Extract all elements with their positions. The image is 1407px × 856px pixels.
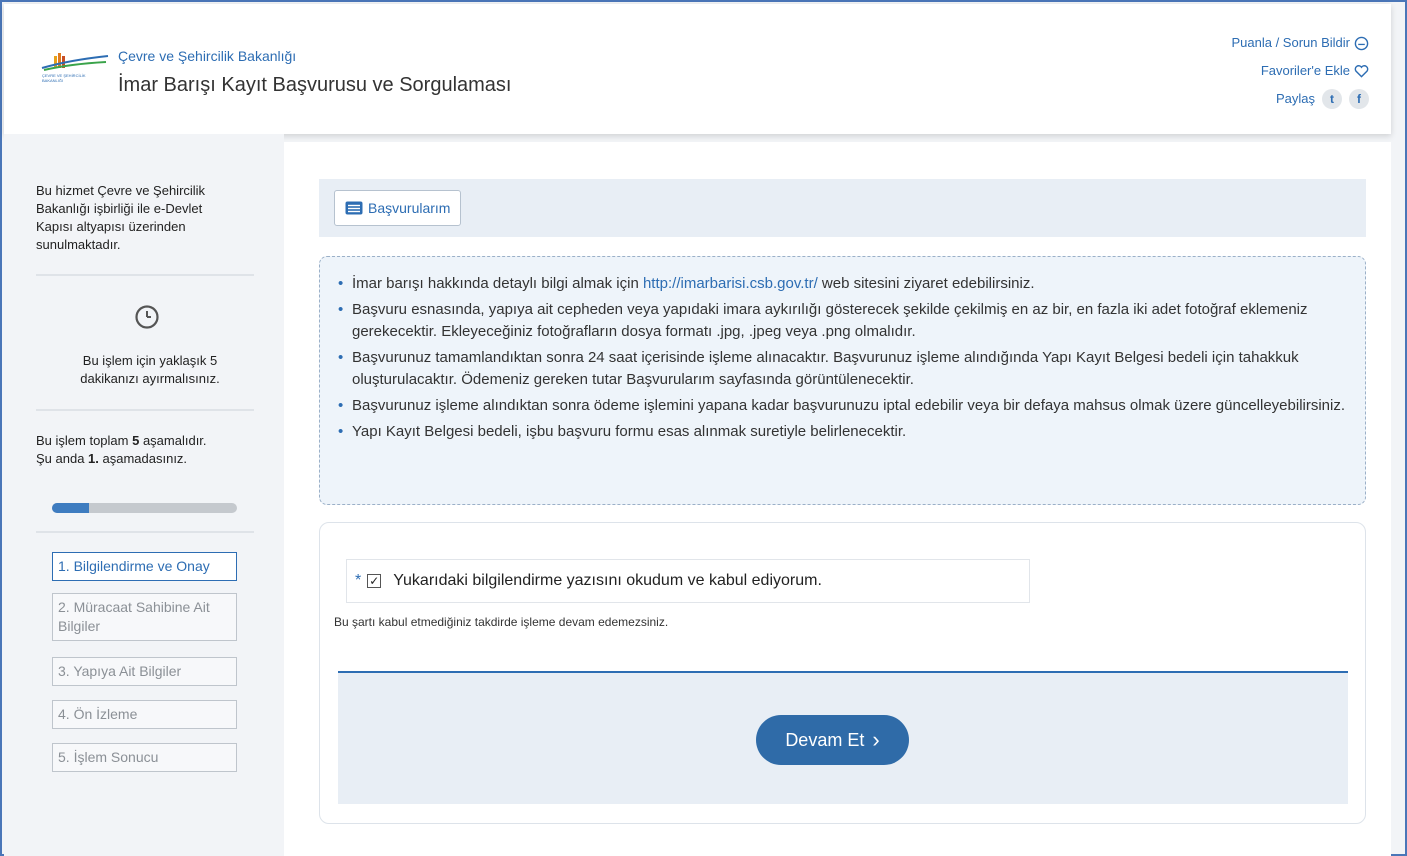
- consent-form: * ✓ Yukarıdaki bilgilendirme yazısını ok…: [319, 522, 1366, 824]
- toolbar: Başvurularım: [319, 179, 1366, 237]
- continue-button-label: Devam Et: [785, 729, 865, 750]
- progress-bar: [52, 503, 237, 513]
- header-links: Puanla / Sorun Bildir Favoriler'e Ekle P…: [1231, 29, 1369, 113]
- info-list: İmar barışı hakkında detaylı bilgi almak…: [336, 273, 1349, 443]
- page-title: İmar Barışı Kayıt Başvurusu ve Sorgulama…: [118, 74, 512, 96]
- time-note: Bu işlem için yaklaşık 5 dakikanızı ayır…: [80, 353, 220, 386]
- divider: [36, 409, 254, 411]
- current-step-text: aşamadasınız.: [98, 451, 188, 466]
- rate-link[interactable]: Puanla / Sorun Bildir: [1231, 29, 1369, 57]
- info-link[interactable]: http://imarbarisi.csb.gov.tr/: [643, 275, 818, 292]
- info-item: Başvuru esnasında, yapıya ait cepheden v…: [336, 299, 1349, 343]
- current-step-text: Şu anda: [36, 451, 89, 466]
- favorite-link-label: Favoriler'e Ekle: [1260, 63, 1350, 78]
- main-content: Başvurularım İmar barışı hakkında detayl…: [284, 142, 1391, 856]
- ministry-name[interactable]: Çevre ve Şehircilik Bakanlığı: [118, 48, 296, 64]
- chat-icon: [1354, 36, 1369, 50]
- clock-icon: [135, 305, 159, 329]
- applications-button-label: Başvurularım: [368, 200, 451, 216]
- divider: [36, 274, 254, 276]
- list-icon: [345, 201, 363, 215]
- favorite-link[interactable]: Favoriler'e Ekle: [1231, 57, 1369, 85]
- twitter-icon[interactable]: t: [1322, 89, 1342, 109]
- consent-row[interactable]: * ✓ Yukarıdaki bilgilendirme yazısını ok…: [346, 559, 1030, 603]
- consent-checkbox[interactable]: ✓: [367, 574, 382, 588]
- progress-fill: [52, 503, 89, 513]
- share-label: Paylaş: [1275, 91, 1315, 106]
- step-2: 2. Müracaat Sahibine Ait Bilgiler: [52, 593, 237, 641]
- step-4: 4. Ön İzleme: [52, 700, 237, 729]
- step-1[interactable]: 1. Bilgilendirme ve Onay: [52, 552, 237, 581]
- rate-link-label: Puanla / Sorun Bildir: [1231, 35, 1350, 50]
- info-text: İmar barışı hakkında detaylı bilgi almak…: [352, 275, 643, 292]
- ministry-logo: ÇEVRE VE ŞEHİRCİLİK BAKANLIĞI: [41, 53, 109, 83]
- consent-label: Yukarıdaki bilgilendirme yazısını okudum…: [393, 572, 822, 589]
- continue-button[interactable]: Devam Et ›: [756, 715, 909, 765]
- service-provider-note: Bu hizmet Çevre ve Şehircilik Bakanlığı …: [36, 183, 206, 252]
- required-mark: *: [355, 572, 362, 589]
- facebook-icon[interactable]: f: [1349, 89, 1369, 109]
- browser-frame: ÇEVRE VE ŞEHİRCİLİK BAKANLIĞI Çevre ve Ş…: [0, 0, 1407, 856]
- step-summary-text: aşamalıdır.: [139, 433, 207, 448]
- page-header: ÇEVRE VE ŞEHİRCİLİK BAKANLIĞI Çevre ve Ş…: [4, 4, 1391, 134]
- heart-icon: [1354, 65, 1369, 78]
- info-box: İmar barışı hakkında detaylı bilgi almak…: [319, 256, 1366, 505]
- form-footer: Devam Et ›: [338, 671, 1348, 804]
- step-summary: Bu işlem toplam 5 aşamalıdır. Şu anda 1.…: [36, 432, 240, 468]
- current-step: 1.: [88, 451, 99, 466]
- info-item: Başvurunuz tamamlandıktan sonra 24 saat …: [336, 347, 1349, 391]
- svg-text:BAKANLIĞI: BAKANLIĞI: [42, 78, 63, 83]
- chevron-right-icon: ›: [872, 727, 880, 752]
- divider: [36, 531, 254, 533]
- consent-warning: Bu şartı kabul etmediğiniz takdirde işle…: [334, 615, 669, 629]
- share-row: Paylaş t f: [1231, 85, 1369, 113]
- info-text: web sitesini ziyaret edebilirsiniz.: [817, 275, 1035, 292]
- info-item: Yapı Kayıt Belgesi bedeli, işbu başvuru …: [336, 421, 1349, 443]
- info-item: Başvurunuz işleme alındıktan sonra ödeme…: [336, 395, 1349, 417]
- step-3: 3. Yapıya Ait Bilgiler: [52, 657, 237, 686]
- applications-button[interactable]: Başvurularım: [334, 190, 462, 226]
- info-item: İmar barışı hakkında detaylı bilgi almak…: [336, 273, 1349, 295]
- step-5: 5. İşlem Sonucu: [52, 743, 237, 772]
- sidebar: Bu hizmet Çevre ve Şehircilik Bakanlığı …: [4, 134, 284, 856]
- step-summary-text: Bu işlem toplam: [36, 433, 133, 448]
